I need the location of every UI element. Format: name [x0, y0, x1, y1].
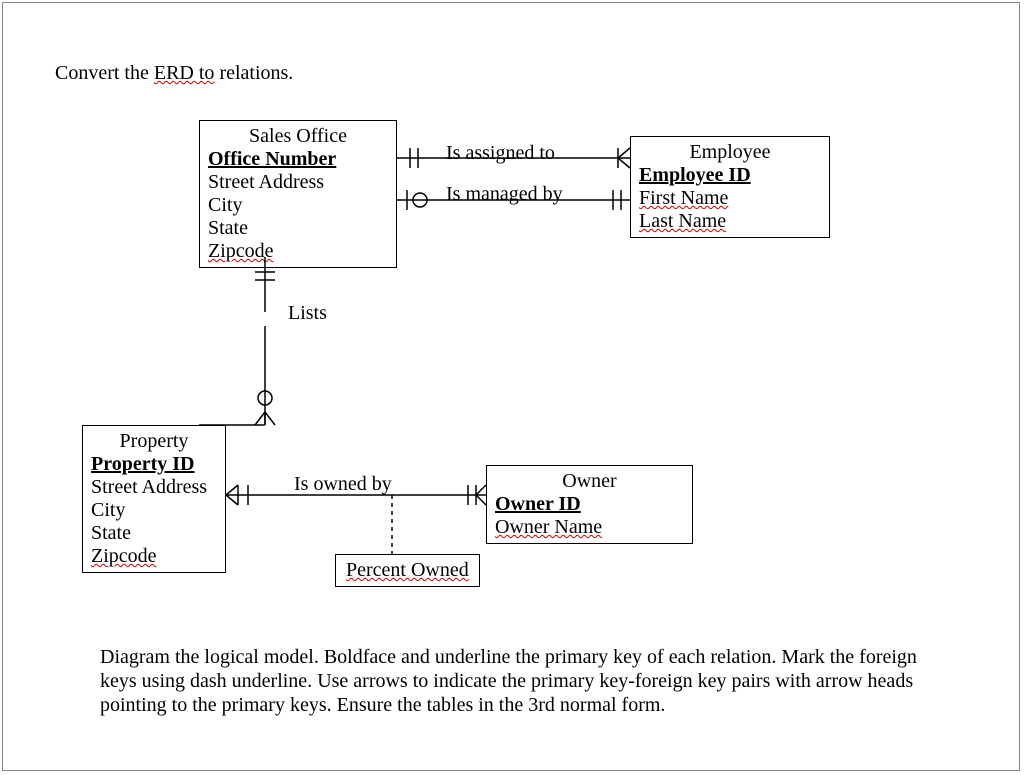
- attr-street-address: Street Address: [208, 171, 388, 194]
- prompt-text: Convert the ERD to relations.: [55, 62, 293, 85]
- entity-owner: Owner Owner ID Owner Name: [486, 465, 693, 544]
- rel-is-managed-by: Is managed by: [446, 183, 563, 206]
- attr-office-number: Office Number: [208, 148, 336, 170]
- attr-percent-owned-box: Percent Owned: [335, 554, 480, 587]
- attr-last-name: Last Name: [639, 210, 726, 232]
- attr-employee-id: Employee ID: [639, 164, 751, 186]
- entity-title: Employee: [639, 141, 821, 164]
- attr-owner-id: Owner ID: [495, 493, 581, 515]
- prompt-suffix: relations.: [214, 62, 293, 84]
- rel-is-assigned-to: Is assigned to: [446, 142, 555, 165]
- prompt-prefix: Convert the: [55, 62, 154, 84]
- attr-zipcode: Zipcode: [208, 240, 274, 262]
- prompt-spell: ERD to: [154, 62, 215, 84]
- attr-zipcode: Zipcode: [91, 545, 157, 567]
- rel-is-owned-by: Is owned by: [294, 473, 392, 496]
- attr-state: State: [208, 217, 388, 240]
- attr-percent-owned: Percent Owned: [346, 559, 469, 581]
- entity-title: Sales Office: [208, 125, 388, 148]
- attr-property-id: Property ID: [91, 453, 195, 475]
- attr-state: State: [91, 522, 217, 545]
- attr-first-name: First Name: [639, 187, 728, 209]
- entity-employee: Employee Employee ID First Name Last Nam…: [630, 136, 830, 238]
- rel-lists: Lists: [288, 302, 327, 325]
- entity-sales-office: Sales Office Office Number Street Addres…: [199, 120, 397, 268]
- entity-property: Property Property ID Street Address City…: [82, 425, 226, 573]
- entity-title: Property: [91, 430, 217, 453]
- attr-street-address: Street Address: [91, 476, 217, 499]
- entity-title: Owner: [495, 470, 684, 493]
- instructions-text: Diagram the logical model. Boldface and …: [100, 645, 920, 717]
- attr-city: City: [208, 194, 388, 217]
- attr-city: City: [91, 499, 217, 522]
- attr-owner-name: Owner Name: [495, 516, 602, 538]
